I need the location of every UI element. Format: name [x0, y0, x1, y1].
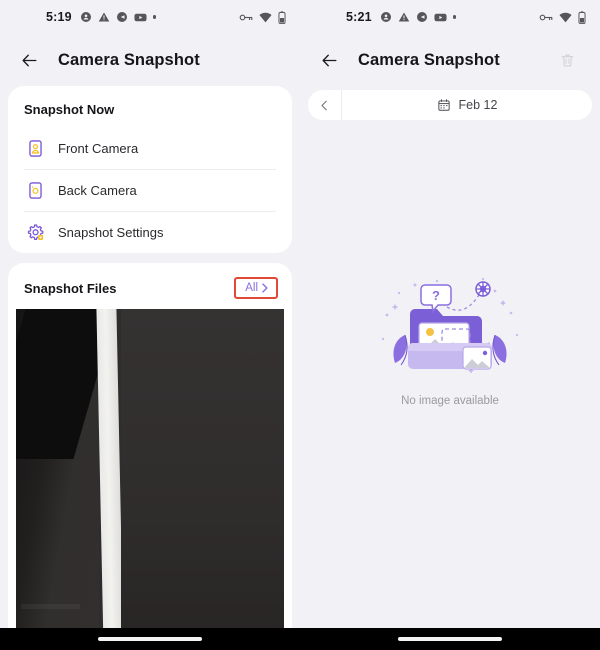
page-title: Camera Snapshot [358, 50, 500, 69]
status-bar-right-group [239, 10, 286, 24]
snapshot-files-header: Snapshot Files All [8, 263, 292, 309]
thumbnail-smudge [21, 603, 81, 610]
status-time: 5:19 [46, 10, 72, 24]
status-time: 5:21 [346, 10, 372, 24]
snapshot-now-card: Snapshot Now Front Camera Back Camera Sn… [8, 86, 292, 253]
trash-icon [561, 54, 573, 66]
message-bubble-icon [416, 12, 427, 22]
empty-state: ? No image available [300, 120, 600, 650]
back-button[interactable] [12, 43, 46, 77]
empty-folder-photos-illustration: ? [381, 277, 519, 374]
vpn-key-icon [239, 14, 253, 20]
date-picker-button[interactable]: Feb 12 [342, 98, 592, 112]
dual-screenshot-container: 5:19 Camera Snapshot Snapshot Now Front … [0, 0, 600, 650]
battery-icon [278, 10, 286, 24]
view-all-label: All [245, 282, 258, 294]
front-camera-icon [24, 137, 46, 159]
snapshot-now-title: Snapshot Now [24, 102, 115, 117]
row-back-camera[interactable]: Back Camera [8, 169, 292, 211]
status-bar-right-group [539, 10, 586, 24]
battery-icon [578, 10, 586, 24]
status-bar-right: 5:21 [300, 0, 600, 34]
row-label: Snapshot Settings [58, 224, 164, 240]
privacy-badge-icon [80, 12, 91, 22]
page-title: Camera Snapshot [58, 50, 200, 69]
more-dot-icon [452, 15, 457, 19]
svg-text:?: ? [432, 288, 440, 303]
left-phone-screen: 5:19 Camera Snapshot Snapshot Now Front … [0, 0, 300, 650]
message-bubble-icon [116, 12, 127, 22]
youtube-icon [134, 13, 147, 21]
gesture-pill[interactable] [98, 637, 202, 641]
back-button[interactable] [312, 43, 346, 77]
warning-triangle-icon [398, 12, 410, 22]
arrow-left-icon [21, 54, 37, 66]
status-bar-left-group: 5:21 [314, 10, 539, 24]
row-snapshot-settings[interactable]: Snapshot Settings [8, 211, 292, 253]
back-camera-icon [24, 179, 46, 201]
date-selector-bar: Feb 12 [308, 90, 592, 120]
gesture-navigation-bar-right [300, 628, 600, 650]
delete-button[interactable] [552, 45, 582, 75]
wifi-icon [259, 12, 272, 22]
privacy-badge-icon [380, 12, 391, 22]
arrow-left-icon [321, 54, 337, 66]
row-label: Back Camera [58, 182, 137, 198]
status-bar-left-group: 5:19 [14, 10, 239, 24]
snapshot-thumbnail-image[interactable] [16, 309, 284, 650]
date-label: Feb 12 [458, 98, 498, 112]
snapshot-files-title: Snapshot Files [24, 280, 117, 296]
snapshot-thumbnail-wrap[interactable] [8, 309, 292, 650]
gesture-pill[interactable] [398, 637, 502, 641]
snapshot-settings-gear-icon [24, 221, 46, 243]
snapshot-files-card: Snapshot Files All [8, 263, 292, 650]
empty-state-message: No image available [401, 395, 499, 407]
app-bar-left: Camera Snapshot [0, 34, 300, 86]
youtube-icon [434, 13, 447, 21]
gesture-navigation-bar-left [0, 628, 300, 650]
vpn-key-icon [539, 14, 553, 20]
calendar-icon [437, 99, 450, 111]
wifi-icon [559, 12, 572, 22]
row-front-camera[interactable]: Front Camera [8, 127, 292, 169]
view-all-button[interactable]: All [234, 277, 278, 299]
more-dot-icon [152, 15, 157, 19]
thumbnail-right-region [120, 309, 284, 650]
status-bar-left: 5:19 [0, 0, 300, 34]
chevron-right-icon [262, 283, 268, 293]
previous-day-button[interactable] [308, 90, 342, 120]
chevron-left-icon [321, 100, 327, 110]
warning-triangle-icon [98, 12, 110, 22]
app-bar-right: Camera Snapshot [300, 34, 600, 86]
row-label: Front Camera [58, 140, 139, 156]
right-phone-screen: 5:21 Camera Snapshot Feb 12 ? No image a… [300, 0, 600, 650]
